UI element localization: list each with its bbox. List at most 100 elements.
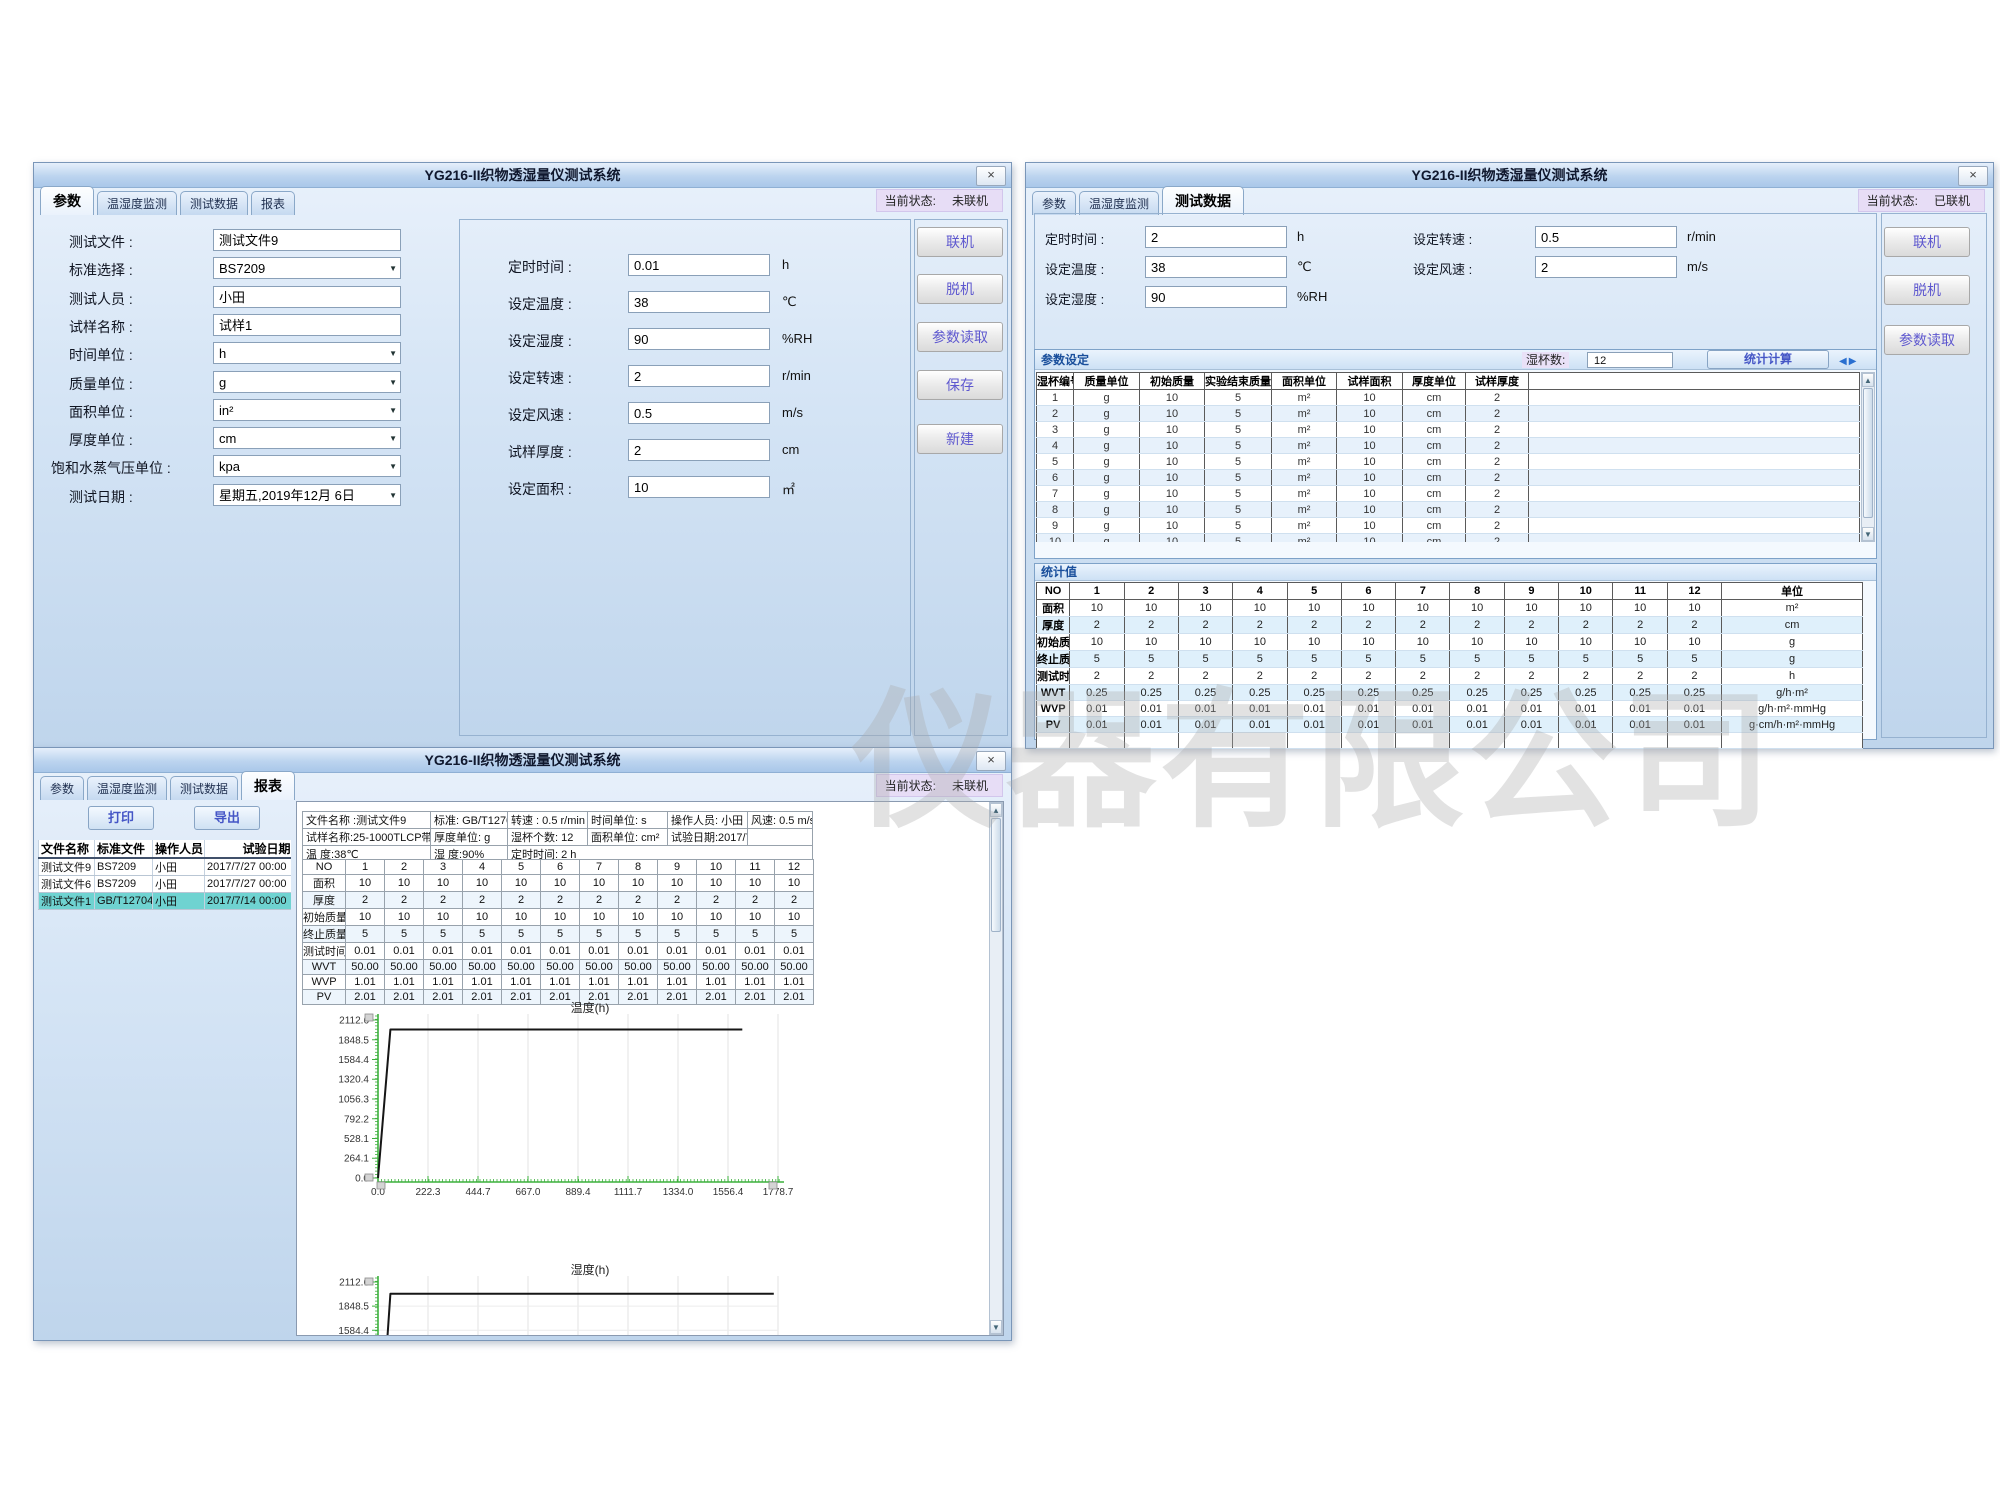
date-picker[interactable]: 星期五,2019年12月 6日▼: [213, 484, 401, 506]
close-icon[interactable]: ×: [976, 751, 1006, 771]
setpoint-input[interactable]: 90: [628, 328, 770, 350]
file-row[interactable]: 测试文件9BS7209小田2017/7/27 00:00: [39, 858, 291, 876]
tab-4[interactable]: 报表: [251, 191, 295, 215]
text-input[interactable]: 试样1: [213, 314, 401, 336]
cell: 10: [1037, 534, 1074, 543]
field-label: 面积单位 :: [69, 402, 133, 422]
file-row[interactable]: 测试文件6BS7209小田2017/7/27 00:00: [39, 876, 291, 893]
tab-4[interactable]: 报表: [241, 771, 295, 800]
tab-2[interactable]: 温湿度监测: [97, 191, 177, 215]
cell: 2: [1070, 668, 1124, 685]
report-file-panel: 打印 导出 文件名称标准文件操作人员试验日期测试文件9BS7209小田2017/…: [38, 802, 294, 1336]
scroll-down-icon[interactable]: ▼: [1862, 527, 1874, 541]
setpoint-input[interactable]: 90: [1145, 286, 1287, 308]
tab-2[interactable]: 温湿度监测: [87, 776, 167, 800]
setpoint-input[interactable]: 38: [628, 291, 770, 313]
close-icon[interactable]: ×: [976, 166, 1006, 186]
tab-3[interactable]: 测试数据: [170, 776, 238, 800]
cell: m²: [1272, 534, 1337, 543]
cell: 10: [775, 875, 814, 892]
read-params-button[interactable]: 参数读取: [917, 322, 1003, 352]
table-header-row: NO123456789101112单位: [1037, 583, 1863, 600]
cup-count-input[interactable]: 12: [1587, 352, 1673, 368]
dropdown[interactable]: h▼: [213, 342, 401, 364]
desktop: 仪器有限公司 YG216-II织物透湿量仪测试系统 × 参数温湿度监测测试数据报…: [0, 0, 2000, 1500]
dropdown[interactable]: in²▼: [213, 399, 401, 421]
cell: 10: [1341, 634, 1395, 651]
report-scrollbar[interactable]: ▲ ▼: [989, 802, 1003, 1335]
disconnect-button[interactable]: 脱机: [1884, 275, 1970, 305]
table-row: 5g105m²10cm2: [1037, 454, 1860, 470]
cell: [1529, 534, 1860, 543]
pager-arrows-icon[interactable]: ◀▶: [1839, 352, 1858, 372]
cell: 10: [1396, 634, 1450, 651]
scroll-up-icon[interactable]: ▲: [1862, 373, 1874, 387]
print-button[interactable]: 打印: [88, 806, 154, 830]
table-row: 初始质量101010101010101010101010g: [1037, 634, 1863, 651]
tab-3[interactable]: 测试数据: [180, 191, 248, 215]
tab-1[interactable]: 参数: [1032, 191, 1076, 215]
setpoint-input[interactable]: 2: [628, 439, 770, 461]
cell: [1233, 733, 1287, 749]
status-indicator: 当前状态:未联机: [876, 774, 1003, 797]
file-row[interactable]: 测试文件1GB/T12704小田2017/7/14 00:00: [39, 893, 291, 910]
cell: 10: [1140, 502, 1205, 518]
column-header: 6: [1341, 583, 1395, 600]
setpoint-input[interactable]: 2: [628, 365, 770, 387]
new-button[interactable]: 新建: [917, 424, 1003, 454]
row-label: 面积: [303, 875, 346, 892]
tab-1[interactable]: 参数: [40, 186, 94, 215]
setpoint-input[interactable]: 0.01: [628, 254, 770, 276]
field-label: 试样名称 :: [69, 317, 133, 337]
cell: 10: [1070, 634, 1124, 651]
field-value: 测试文件9: [219, 233, 278, 248]
save-button[interactable]: 保存: [917, 370, 1003, 400]
setpoint-input[interactable]: 2: [1535, 256, 1677, 278]
cell: 5: [1178, 651, 1232, 668]
cell: 5: [424, 926, 463, 943]
cell: 10: [424, 875, 463, 892]
setpoint-input[interactable]: 0.5: [1535, 226, 1677, 248]
field-label: 设定湿度 :: [508, 331, 572, 351]
cell: 10: [1337, 534, 1403, 543]
export-button[interactable]: 导出: [194, 806, 260, 830]
disconnect-button[interactable]: 脱机: [917, 274, 1003, 304]
cell: 10: [1341, 600, 1395, 617]
scroll-up-icon[interactable]: ▲: [990, 803, 1002, 817]
scrollbar-thumb[interactable]: [991, 818, 1001, 932]
dropdown[interactable]: cm▼: [213, 427, 401, 449]
connect-button[interactable]: 联机: [917, 227, 1003, 257]
close-icon[interactable]: ×: [1958, 166, 1988, 186]
read-params-button[interactable]: 参数读取: [1884, 325, 1970, 355]
cell: 0.01: [1341, 717, 1395, 733]
scroll-down-icon[interactable]: ▼: [990, 1320, 1002, 1334]
connect-button[interactable]: 联机: [1884, 227, 1970, 257]
cell: 1.01: [736, 975, 775, 990]
tab-1[interactable]: 参数: [40, 776, 84, 800]
cell: cm: [1403, 406, 1466, 422]
scrollbar-thumb[interactable]: [1863, 388, 1873, 518]
dropdown[interactable]: BS7209▼: [213, 257, 401, 279]
cell: [1529, 486, 1860, 502]
dropdown[interactable]: g▼: [213, 371, 401, 393]
svg-text:1334.0: 1334.0: [663, 1187, 694, 1198]
stat-calc-button[interactable]: 统计计算: [1707, 350, 1829, 369]
cell: 2: [1466, 518, 1529, 534]
setpoint-input[interactable]: 0.5: [628, 402, 770, 424]
field-label: 时间单位 :: [69, 345, 133, 365]
dropdown[interactable]: kpa▼: [213, 455, 401, 477]
unit-cell: h: [1722, 668, 1863, 685]
setpoint-input[interactable]: 10: [628, 476, 770, 498]
tab-2[interactable]: 温湿度监测: [1079, 191, 1159, 215]
field-row: 标准选择 :BS7209▼: [44, 257, 449, 283]
status-value: 未联机: [952, 194, 988, 208]
text-input[interactable]: 测试文件9: [213, 229, 401, 251]
cell: 2: [1341, 617, 1395, 634]
param-table-scrollbar[interactable]: ▲ ▼: [1861, 372, 1875, 542]
cell: 测试文件6: [39, 876, 95, 893]
cell: 5: [1124, 651, 1178, 668]
cell: 0.25: [1667, 685, 1721, 701]
tab-3[interactable]: 测试数据: [1162, 186, 1244, 215]
info-cell: 厚度单位: g: [431, 829, 508, 846]
text-input[interactable]: 小田: [213, 286, 401, 308]
